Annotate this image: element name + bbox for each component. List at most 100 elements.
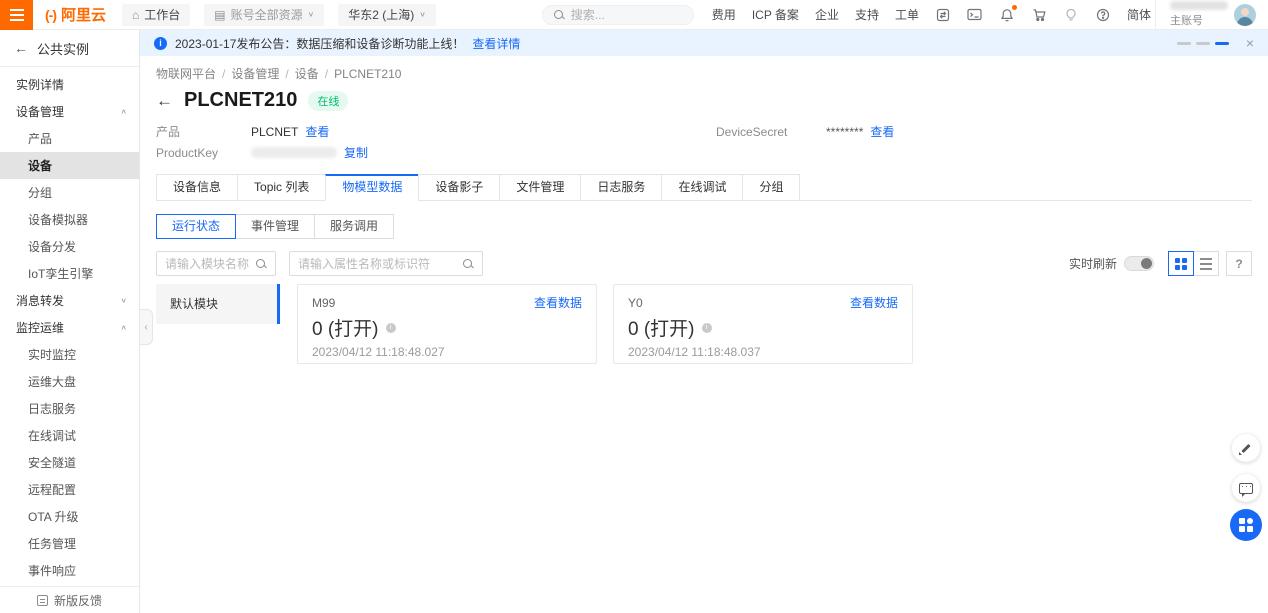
sidebar-back-button[interactable]: ← 公共实例 [0,30,139,67]
breadcrumb: 物联网平台/设备管理/设备/PLCNET210 [156,56,1252,86]
devicesecret-view-link[interactable]: 查看 [870,123,894,140]
sidebar-item-label: 设备分发 [28,238,127,255]
back-arrow-icon: ← [14,40,28,56]
region-dropdown[interactable]: 华东2 (上海) ∨ [338,4,436,26]
product-view-link[interactable]: 查看 [305,123,329,140]
bulb-icon[interactable] [1063,7,1079,23]
module-search-input[interactable]: 请输入模块名称 [156,251,276,276]
chevron-up-icon: ∧ [120,323,127,331]
feedback-pencil-button[interactable] [1232,434,1260,462]
productkey-label: ProductKey [156,146,251,160]
pencil-icon [1239,441,1253,455]
help-icon[interactable] [1095,7,1111,23]
sidebar-item[interactable]: IoT孪生引擎 [0,260,139,287]
announcement-link[interactable]: 查看详情 [472,35,520,52]
tab[interactable]: Topic 列表 [237,174,326,201]
topbar-link[interactable]: 支持 [855,6,879,23]
property-card: Y0查看数据0 (打开)i2023/04/12 11:18:48.037 [613,284,913,364]
sidebar-item[interactable]: 任务管理 [0,530,139,557]
global-search-input[interactable]: 搜索... [542,5,694,25]
topbar-link[interactable]: 工单 [895,6,919,23]
breadcrumb-item[interactable]: 物联网平台 [156,67,216,81]
sidebar-item[interactable]: 分组 [0,179,139,206]
breadcrumb-item[interactable]: 设备 [295,67,319,81]
devicesecret-value: ******** [826,125,863,139]
module-search-placeholder: 请输入模块名称 [165,255,249,272]
app-switch-icon[interactable] [935,7,951,23]
workbench-button[interactable]: ⌂ 工作台 [122,4,190,26]
bell-icon[interactable] [999,7,1015,23]
locale-switch[interactable]: 简体 [1127,6,1151,23]
subtab[interactable]: 运行状态 [156,214,236,239]
workbench-label: 工作台 [144,6,180,23]
module-item[interactable]: 默认模块 [156,284,280,324]
sidebar-item[interactable]: 运维大盘 [0,368,139,395]
sidebar-item[interactable]: 安全隧道 [0,449,139,476]
instance-name: 公共实例 [37,39,89,58]
sidebar-item[interactable]: OTA 升级 [0,503,139,530]
grid-view-button[interactable] [1168,251,1194,276]
breadcrumb-separator: / [325,67,328,81]
avatar[interactable] [1234,4,1256,26]
tab[interactable]: 设备影子 [418,174,500,201]
sidebar-item[interactable]: 日志服务 [0,395,139,422]
tab[interactable]: 分组 [742,174,800,201]
announcement-banner: i 2023-01-17发布公告：数据压缩和设备诊断功能上线！ 查看详情 × [140,30,1268,56]
sidebar-item[interactable]: 实时监控 [0,341,139,368]
help-button[interactable]: ? [1226,251,1252,276]
sidebar-item[interactable]: 实例详情 [0,71,139,98]
sidebar-item[interactable]: 在线调试 [0,422,139,449]
sidebar-item[interactable]: 设备分发 [0,233,139,260]
sidebar-item[interactable]: 消息转发∨ [0,287,139,314]
sidebar-collapse-handle[interactable]: ‹ [140,309,153,345]
terminal-icon[interactable] [967,7,983,23]
hamburger-menu-icon[interactable] [0,0,33,30]
sidebar-item[interactable]: 设备 [0,152,139,179]
sidebar-item-label: 远程配置 [28,481,127,498]
tab[interactable]: 文件管理 [499,174,581,201]
subtab[interactable]: 事件管理 [235,214,315,239]
breadcrumb-item[interactable]: PLCNET210 [334,67,401,81]
sidebar-item[interactable]: 设备管理∧ [0,98,139,125]
app-center-button[interactable] [1230,509,1262,541]
account-scope-dropdown[interactable]: ▤ 账号全部资源 ∨ [204,4,324,26]
aliyun-logo[interactable]: (-) 阿里云 [33,4,122,25]
chevron-up-icon: ∧ [120,107,127,115]
sidebar-item[interactable]: 事件响应 [0,557,139,584]
sidebar-item-label: 日志服务 [28,400,127,417]
pager-dashes [1177,42,1229,45]
topbar-link[interactable]: 企业 [815,6,839,23]
topbar-link[interactable]: 费用 [712,6,736,23]
account-menu[interactable]: 主账号 [1155,0,1268,30]
cart-icon[interactable] [1031,7,1047,23]
sidebar-item[interactable]: 远程配置 [0,476,139,503]
support-chat-button[interactable] [1232,474,1260,502]
productkey-copy-link[interactable]: 复制 [344,144,368,161]
feedback-button[interactable]: 新版反馈 [0,586,139,613]
close-icon[interactable]: × [1246,36,1254,50]
list-view-button[interactable] [1193,251,1219,276]
view-data-link[interactable]: 查看数据 [534,294,582,311]
property-value: 0 (打开) [628,314,695,341]
sidebar-item[interactable]: 监控运维∧ [0,314,139,341]
view-data-link[interactable]: 查看数据 [850,294,898,311]
attribute-search-input[interactable]: 请输入属性名称或标识符 [289,251,483,276]
topbar-link[interactable]: ICP 备案 [752,6,799,23]
pager-dash[interactable] [1177,42,1191,45]
back-arrow-icon[interactable]: ← [156,91,173,111]
property-name: M99 [312,296,335,310]
tab[interactable]: 物模型数据 [325,174,419,201]
breadcrumb-item[interactable]: 设备管理 [231,67,279,81]
sidebar-item[interactable]: 产品 [0,125,139,152]
devicesecret-label: DeviceSecret [716,125,826,139]
sidebar-item[interactable]: 设备模拟器 [0,206,139,233]
tab[interactable]: 在线调试 [661,174,743,201]
pager-dash[interactable] [1196,42,1210,45]
tab[interactable]: 日志服务 [580,174,662,201]
tab[interactable]: 设备信息 [156,174,238,201]
chat-icon [1239,483,1253,494]
subtab[interactable]: 服务调用 [314,214,394,239]
pager-dash[interactable] [1215,42,1229,45]
device-tabs: 设备信息Topic 列表物模型数据设备影子文件管理日志服务在线调试分组 [156,174,1252,201]
realtime-refresh-toggle[interactable] [1124,256,1154,271]
